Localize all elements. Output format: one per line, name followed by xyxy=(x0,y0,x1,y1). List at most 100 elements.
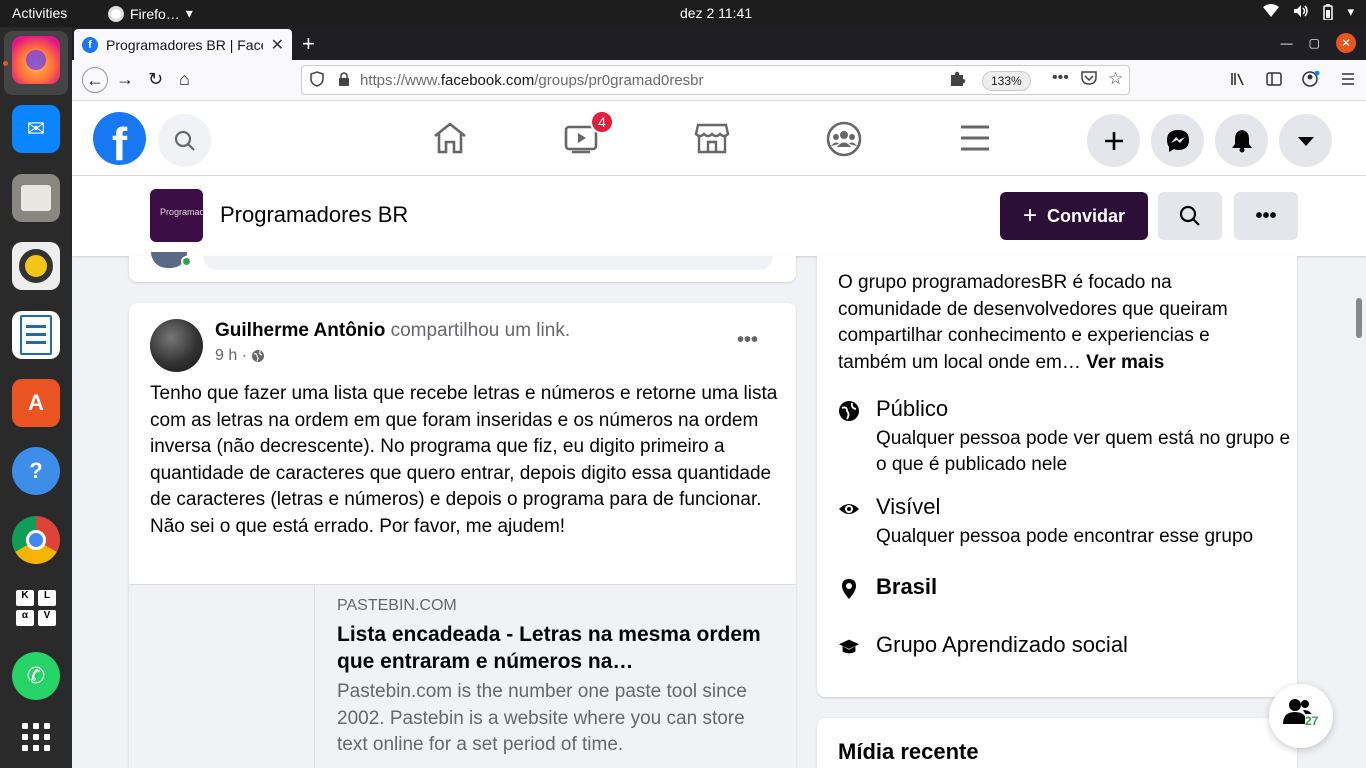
facebook-header: f 4 xyxy=(72,101,1366,176)
firefox-icon xyxy=(108,5,124,22)
group-search-button[interactable] xyxy=(1158,192,1222,240)
browser-tab-bar: f Programadores BR | Face ✕ + — ▢ ✕ xyxy=(72,27,1366,60)
group-thumb-text: Programad xyxy=(160,207,205,217)
group-about-card: O grupo programadoresBR é focado na comu… xyxy=(817,256,1297,697)
messenger-button[interactable] xyxy=(1151,114,1204,167)
close-tab-icon[interactable]: ✕ xyxy=(271,35,284,55)
menu-nav-icon[interactable] xyxy=(958,121,992,155)
post-time-text: 9 h · xyxy=(215,347,248,364)
group-name[interactable]: Programadores BR xyxy=(220,202,408,228)
system-menu-chevron-icon: ▾ xyxy=(1347,4,1354,19)
group-more-button[interactable]: ••• xyxy=(1234,192,1298,240)
ubuntu-dock: ✉ A ? K L α V ✆ xyxy=(0,27,72,768)
marketplace-nav-icon[interactable] xyxy=(694,121,730,155)
tab-facebook-group[interactable]: f Programadores BR | Face ✕ xyxy=(74,29,292,60)
facebook-logo[interactable]: f xyxy=(93,112,146,165)
keyboard-dock-icon[interactable]: K L α V xyxy=(12,584,60,632)
about-item-visible: Visível Qualquer pessoa pode encontrar e… xyxy=(838,494,1288,554)
thunderbird-dock-icon[interactable]: ✉ xyxy=(12,105,60,153)
forward-button[interactable]: → xyxy=(116,69,134,90)
libreoffice-writer-dock-icon[interactable] xyxy=(12,311,60,359)
invite-button[interactable]: + Convidar xyxy=(1000,192,1148,240)
lock-icon[interactable] xyxy=(338,71,350,87)
software-dock-icon[interactable]: A xyxy=(12,379,60,427)
about-item-public: Público Qualquer pessoa pode ver quem es… xyxy=(838,396,1290,476)
post-action-text: compartilhou um link. xyxy=(385,320,571,341)
battery-icon xyxy=(1323,4,1334,20)
url-bar[interactable]: https://www.facebook.com/groups/pr0grama… xyxy=(301,65,1130,95)
see-more-link[interactable]: Ver mais xyxy=(1086,352,1164,373)
extension-puzzle-icon[interactable] xyxy=(948,70,966,88)
about-item-title[interactable]: Brasil xyxy=(876,574,937,600)
link-title[interactable]: Lista encadeada - Letras na mesma ordem … xyxy=(337,621,777,675)
link-thumbnail[interactable] xyxy=(129,585,315,768)
search-icon xyxy=(174,130,195,151)
link-preview-card[interactable]: PASTEBIN.COM Lista encadeada - Letras na… xyxy=(129,584,796,768)
home-button[interactable]: ⌂ xyxy=(179,69,190,90)
pocket-icon[interactable] xyxy=(1081,70,1097,86)
link-source: PASTEBIN.COM xyxy=(337,597,457,614)
url-path: /groups/pr0gramad0resbr xyxy=(534,72,704,89)
watch-notification-badge: 4 xyxy=(590,110,614,134)
globe-icon xyxy=(839,401,859,421)
home-nav-icon[interactable] xyxy=(432,121,468,155)
system-tray[interactable]: ▾ xyxy=(1263,4,1354,20)
post-timestamp[interactable]: 9 h · xyxy=(215,347,265,365)
notifications-button[interactable] xyxy=(1215,114,1268,167)
about-item-title: Grupo Aprendizado social xyxy=(876,632,1128,657)
url-prefix: https://www. xyxy=(360,72,441,89)
firefox-dock-icon[interactable] xyxy=(12,36,60,84)
link-preview-body: PASTEBIN.COM Lista encadeada - Letras na… xyxy=(337,597,777,759)
about-item-title: Público xyxy=(876,396,949,421)
page-scrollbar[interactable] xyxy=(1356,298,1362,338)
recent-media-card: Mídia recente xyxy=(817,718,1297,768)
composer-card xyxy=(129,252,796,282)
clock[interactable]: dez 2 11:41 xyxy=(680,5,752,21)
chrome-dock-icon[interactable] xyxy=(12,516,60,564)
about-item-location: Brasil xyxy=(838,574,1288,604)
system-top-bar: Activities Firefo… ▾ dez 2 11:41 ▾ xyxy=(0,0,1366,27)
globe-icon xyxy=(252,350,265,362)
url-text[interactable]: https://www.facebook.com/groups/pr0grama… xyxy=(360,72,704,89)
reload-button[interactable]: ↻ xyxy=(148,69,163,90)
files-dock-icon[interactable] xyxy=(12,174,60,222)
tab-title: Programadores BR | Face xyxy=(106,36,263,53)
app-menu-label: Firefo… xyxy=(130,5,180,22)
author-avatar[interactable] xyxy=(150,319,203,372)
zoom-level-badge[interactable]: 133% xyxy=(982,71,1031,91)
link-description: Pastebin.com is the number one paste too… xyxy=(337,681,747,755)
bookmark-star-icon[interactable]: ☆ xyxy=(1108,69,1123,89)
post-header: Guilherme Antônio compartilhou um link. xyxy=(215,320,570,342)
composer-input[interactable] xyxy=(203,256,773,270)
create-button[interactable] xyxy=(1087,114,1140,167)
page-actions-more-icon[interactable]: ••• xyxy=(1052,69,1069,87)
bell-icon xyxy=(1231,129,1252,152)
facebook-search-button[interactable] xyxy=(158,114,211,167)
activities-button[interactable]: Activities xyxy=(12,5,67,21)
account-icon[interactable] xyxy=(1302,71,1320,87)
help-dock-icon[interactable]: ? xyxy=(12,447,60,495)
eye-icon xyxy=(839,504,859,514)
library-icon[interactable] xyxy=(1230,71,1246,87)
author-name[interactable]: Guilherme Antônio xyxy=(215,320,385,341)
running-indicator xyxy=(3,61,8,66)
sidebar-icon[interactable] xyxy=(1266,71,1282,87)
show-apps-icon[interactable] xyxy=(12,713,60,761)
back-button[interactable]: ← xyxy=(82,67,108,93)
maximize-button[interactable]: ▢ xyxy=(1309,36,1320,50)
rhythmbox-dock-icon[interactable] xyxy=(12,242,60,290)
about-item-group-type: Grupo Aprendizado social xyxy=(838,632,1288,662)
group-cover-thumbnail[interactable]: Programad xyxy=(150,189,205,242)
minimize-button[interactable]: — xyxy=(1281,36,1293,50)
account-dropdown-button[interactable] xyxy=(1279,114,1332,167)
groups-nav-icon[interactable] xyxy=(826,121,862,157)
online-contacts-button[interactable]: 27 xyxy=(1269,684,1333,748)
app-menu[interactable]: Firefo… ▾ xyxy=(108,5,193,22)
hamburger-menu-icon[interactable] xyxy=(1340,71,1356,87)
plus-icon xyxy=(1104,131,1123,150)
whatsapp-dock-icon[interactable]: ✆ xyxy=(12,652,60,700)
new-tab-button[interactable]: + xyxy=(302,31,315,57)
close-window-button[interactable]: ✕ xyxy=(1336,33,1356,53)
tracking-shield-icon[interactable] xyxy=(310,71,324,87)
post-options-button[interactable]: ••• xyxy=(737,329,758,352)
